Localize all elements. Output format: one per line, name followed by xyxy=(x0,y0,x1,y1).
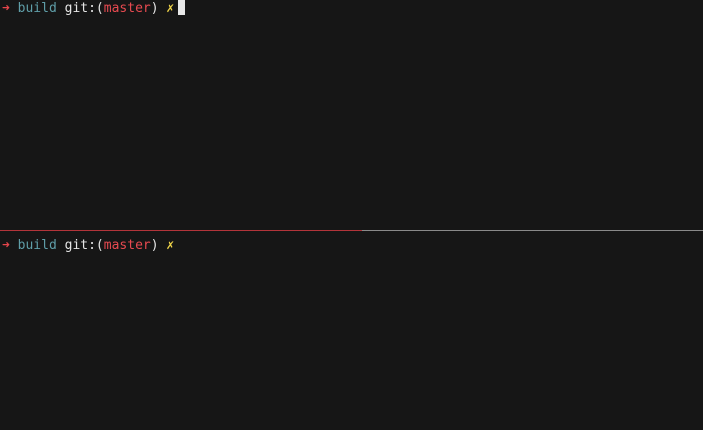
prompt-arrow-icon: ➜ xyxy=(2,238,10,253)
prompt-line: ➜ build git:(master) ✗ xyxy=(2,0,186,16)
terminal-pane-top[interactable]: ➜ build git:(master) ✗ xyxy=(0,0,703,230)
pane-divider-inactive-segment xyxy=(362,230,703,231)
git-suffix: ) xyxy=(150,238,159,253)
pane-divider[interactable] xyxy=(0,230,703,231)
git-prefix: git:( xyxy=(64,238,104,253)
prompt-line: ➜ build git:(master) ✗ xyxy=(2,239,174,253)
prompt-arrow-icon: ➜ xyxy=(2,1,10,16)
git-suffix: ) xyxy=(150,1,159,16)
terminal-pane-bottom[interactable]: ➜ build git:(master) ✗ xyxy=(0,232,703,430)
git-prefix: git:( xyxy=(64,1,104,16)
dirty-marker-icon: ✗ xyxy=(166,1,175,16)
dirty-marker-icon: ✗ xyxy=(166,238,175,253)
current-directory: build xyxy=(17,1,57,16)
git-branch: master xyxy=(103,1,151,16)
terminal-window[interactable]: ➜ build git:(master) ✗ ➜ build git:(mast… xyxy=(0,0,703,430)
current-directory: build xyxy=(17,238,57,253)
git-branch: master xyxy=(103,238,151,253)
text-cursor[interactable] xyxy=(178,0,186,15)
pane-divider-active-segment xyxy=(0,230,362,231)
